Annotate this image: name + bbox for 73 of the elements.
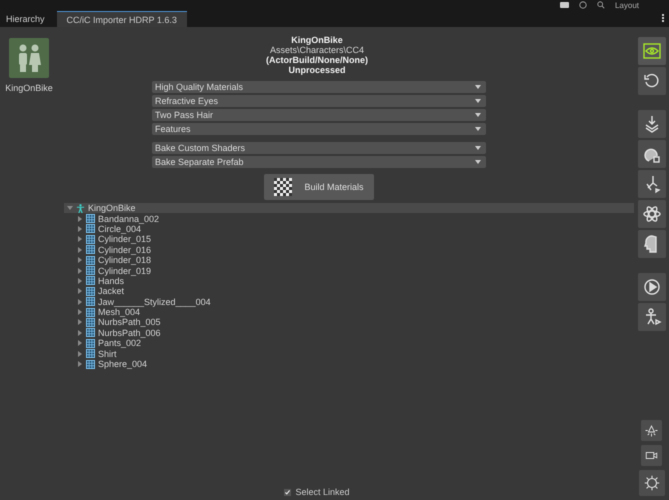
tree-item[interactable]: Shirt <box>64 348 634 359</box>
figure-button[interactable] <box>638 303 666 331</box>
tree-item[interactable]: Sphere_004 <box>64 358 634 370</box>
settings-dropdown[interactable]: Features <box>152 123 486 135</box>
caret-icon <box>475 127 481 131</box>
tree-item[interactable]: Circle_004 <box>64 224 634 234</box>
checkmark-icon <box>284 488 292 496</box>
tree-item[interactable]: Pants_002 <box>64 338 634 348</box>
mesh-icon <box>86 328 95 338</box>
tab[interactable]: CC/iC Importer HDRP 1.6.3 <box>56 11 187 27</box>
tree-item[interactable]: Cylinder_019 <box>64 265 634 276</box>
mesh-icon <box>86 276 95 286</box>
mesh-icon <box>86 349 95 358</box>
tree-item[interactable]: Jacket <box>64 286 634 297</box>
mesh-icon <box>86 360 95 369</box>
tree-item[interactable]: Mesh_004 <box>64 306 634 318</box>
atom-button[interactable] <box>638 200 666 228</box>
mesh-icon <box>86 245 95 254</box>
tree-item[interactable]: Cylinder_016 <box>64 244 634 255</box>
caret-icon <box>475 160 481 164</box>
mesh-icon <box>86 234 95 244</box>
tree-item[interactable]: NurbsPath_006 <box>64 328 634 338</box>
eye-icon <box>642 41 662 61</box>
light-button[interactable] <box>641 420 662 441</box>
settings-dropdown[interactable]: Two Pass Hair <box>152 109 486 121</box>
tree-item[interactable]: Jaw______Stylized____004 <box>64 296 634 307</box>
tree-item[interactable]: Hands <box>64 276 634 286</box>
caret-icon <box>475 85 481 89</box>
sun-button[interactable] <box>638 470 664 496</box>
tree-item[interactable]: Bandanna_002 <box>64 213 634 224</box>
head-button[interactable] <box>638 230 666 258</box>
layout-dropdown[interactable]: Layout <box>614 0 639 10</box>
checkerboard-icon <box>274 178 292 196</box>
character-title: KingOnBike <box>291 35 343 45</box>
caret-icon <box>475 113 481 117</box>
download-button[interactable] <box>638 110 666 138</box>
mesh-icon <box>86 256 95 265</box>
tab[interactable]: Hierarchy <box>0 11 51 27</box>
asset-path: Assets\Characters\CC4 <box>270 45 364 55</box>
settings-dropdown[interactable]: High Quality Materials <box>152 81 486 93</box>
play-icon <box>642 277 662 297</box>
character-name: KingOnBike <box>5 83 53 93</box>
mesh-icon <box>86 297 95 306</box>
caret-icon <box>475 99 481 103</box>
tree-item[interactable]: Cylinder_018 <box>64 254 634 266</box>
generation-label: (ActorBuild/None/None) <box>266 55 368 65</box>
mesh-icon <box>86 318 95 327</box>
tree-item[interactable]: Cylinder_015 <box>64 234 634 245</box>
caret-icon <box>475 146 481 150</box>
light-icon <box>644 423 659 438</box>
select-linked-checkbox[interactable]: Select Linked <box>284 487 350 497</box>
humanoid-icon <box>76 204 85 213</box>
mesh-icon <box>86 214 95 224</box>
bake-dropdown[interactable]: Bake Custom Shaders <box>152 142 486 154</box>
tree-item[interactable]: NurbsPath_005 <box>64 317 634 328</box>
settings-dropdown[interactable]: Refractive Eyes <box>152 95 486 107</box>
camera-button[interactable] <box>641 445 662 466</box>
sun-icon <box>642 474 660 492</box>
mesh-icon <box>86 266 95 276</box>
mesh-icon <box>86 224 95 234</box>
refresh-button[interactable] <box>638 67 666 95</box>
status-label: Unprocessed <box>288 65 346 75</box>
search-icon[interactable] <box>596 1 605 9</box>
atom-icon <box>642 204 662 224</box>
mesh-icon <box>86 338 95 348</box>
character-thumbnail-icon <box>9 38 49 78</box>
bake-dropdown[interactable]: Bake Separate Prefab <box>152 156 486 168</box>
mesh-icon <box>86 286 95 296</box>
play-button[interactable] <box>638 273 666 301</box>
tree-item[interactable]: KingOnBike <box>64 203 634 214</box>
eye-button[interactable] <box>638 37 666 65</box>
mesh-icon <box>86 308 95 317</box>
build-materials-button[interactable]: Build Materials <box>264 174 374 200</box>
